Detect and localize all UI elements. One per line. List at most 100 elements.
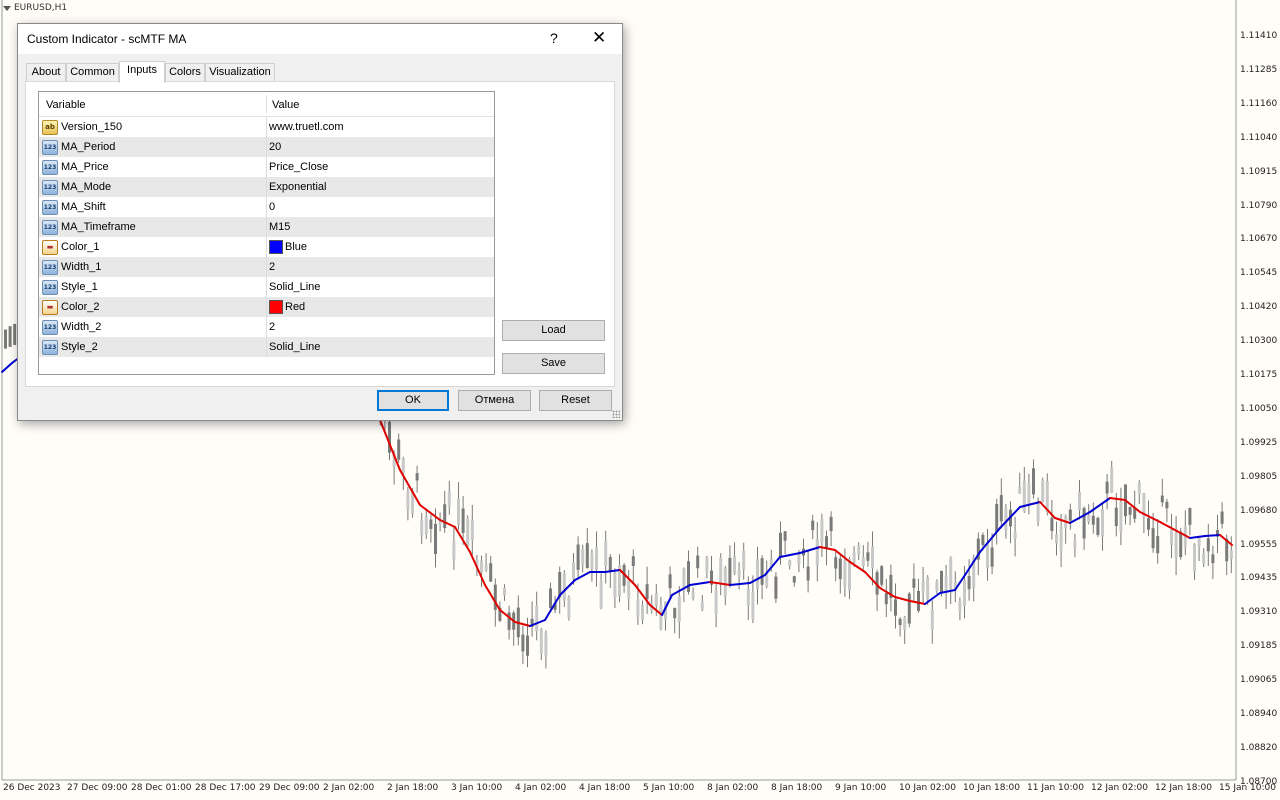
candle-body [700, 601, 704, 610]
grid-row[interactable]: 123 Width_1 2 [39, 257, 494, 277]
variable-value[interactable]: Red [285, 301, 305, 313]
reset-button[interactable]: Reset [539, 390, 612, 411]
candle-body [434, 523, 437, 554]
variable-value[interactable]: Exponential [269, 181, 327, 193]
grid-header: Variable Value [39, 92, 494, 117]
candle-body [507, 612, 511, 630]
candle-body [503, 587, 506, 596]
variable-value[interactable]: 20 [269, 141, 281, 153]
time-tick-label: 2 Jan 02:00 [323, 783, 375, 793]
chart-symbol-label[interactable]: EURUSD,H1 [3, 3, 67, 13]
candle-body [673, 607, 677, 619]
save-button[interactable]: Save [502, 353, 605, 374]
variable-value[interactable]: Solid_Line [269, 341, 320, 353]
cancel-button[interactable]: Отмена [458, 390, 531, 411]
ma-line-segment [1124, 499, 1141, 513]
candle-body [1160, 495, 1164, 503]
variable-value[interactable]: M15 [269, 221, 290, 233]
variable-name: Color_1 [61, 241, 100, 253]
grid-row[interactable]: ab Version_150 www.truetl.com [39, 117, 494, 137]
header-value[interactable]: Value [272, 99, 299, 111]
candle-body [1197, 537, 1201, 547]
time-tick-label: 2 Jan 18:00 [387, 783, 439, 793]
candle-body [1068, 509, 1072, 521]
grid-row[interactable]: 123 MA_Price Price_Close [39, 157, 494, 177]
time-tick-label: 12 Jan 02:00 [1091, 783, 1148, 793]
load-button[interactable]: Load [502, 320, 605, 341]
tab-about[interactable]: About [26, 63, 66, 82]
ma-line-segment [419, 504, 441, 521]
candle-body [470, 519, 474, 540]
tab-colors[interactable]: Colors [165, 63, 205, 82]
dialog-titlebar[interactable]: Custom Indicator - scMTF MA ? ✕ [18, 24, 622, 54]
tab-inputs[interactable]: Inputs [119, 61, 165, 83]
column-separator [266, 177, 267, 197]
candle-body [659, 605, 663, 629]
tab-common[interactable]: Common [66, 63, 119, 82]
candle-body [907, 593, 911, 624]
candle-body [811, 520, 815, 531]
ma-line-segment [1, 362, 13, 373]
variable-value[interactable]: Price_Close [269, 161, 328, 173]
variable-value[interactable]: Solid_Line [269, 281, 320, 293]
help-button[interactable]: ? [550, 30, 558, 46]
grid-row[interactable]: ▬ Color_1 Blue [39, 237, 494, 257]
ok-button[interactable]: OK [377, 390, 449, 411]
candle-body [1101, 509, 1104, 537]
column-separator [266, 317, 267, 337]
candle-body [645, 584, 649, 600]
header-separator [266, 95, 267, 113]
candle-body [535, 605, 539, 632]
column-separator [266, 257, 267, 277]
grid-row[interactable]: 123 Style_2 Solid_Line [39, 337, 494, 357]
candle-body [797, 554, 801, 564]
grid-row[interactable]: 123 MA_Period 20 [39, 137, 494, 157]
grid-row[interactable]: 123 MA_Timeframe M15 [39, 217, 494, 237]
resize-grip-icon[interactable] [612, 410, 620, 418]
variable-value[interactable]: 0 [269, 201, 275, 213]
candle-body [1188, 507, 1192, 525]
candle-body [940, 570, 943, 593]
variable-name: Width_1 [61, 261, 102, 273]
column-separator [266, 297, 267, 317]
candle-body [1027, 483, 1031, 506]
grid-rows: ab Version_150 www.truetl.com 123 MA_Period 2… [39, 117, 494, 357]
grid-row[interactable]: 123 MA_Mode Exponential [39, 177, 494, 197]
candle-body [1137, 482, 1141, 495]
variable-name: Color_2 [61, 301, 100, 313]
grid-row[interactable]: 123 MA_Shift 0 [39, 197, 494, 217]
time-tick-label: 26 Dec 2023 [3, 783, 61, 793]
tab-visualization[interactable]: Visualization [205, 63, 275, 82]
grid-row[interactable]: 123 Width_2 2 [39, 317, 494, 337]
variable-name: MA_Shift [61, 201, 106, 213]
price-tick-label: 1.09310 [1240, 607, 1278, 618]
candle-body [714, 590, 718, 614]
color-swatch[interactable] [269, 300, 283, 314]
candle-body [562, 573, 566, 601]
candle-body [641, 604, 644, 620]
candle-body [825, 536, 828, 549]
close-icon[interactable]: ✕ [592, 28, 606, 48]
candle-body [779, 532, 782, 558]
variable-value[interactable]: www.truetl.com [269, 121, 344, 133]
candle-body [567, 596, 571, 618]
candle-body [995, 504, 999, 532]
candle-body [526, 635, 529, 656]
candle-body [852, 552, 856, 563]
grid-row[interactable]: 123 Style_1 Solid_Line [39, 277, 494, 297]
grid-row[interactable]: ▬ Color_2 Red [39, 297, 494, 317]
candle-body [1082, 508, 1086, 539]
candle-body [1206, 538, 1210, 552]
candle-body [627, 579, 631, 600]
price-tick-label: 1.09555 [1240, 539, 1278, 550]
header-variable[interactable]: Variable [46, 99, 86, 111]
candle-body [728, 557, 732, 585]
column-separator [266, 337, 267, 357]
variable-value[interactable]: 2 [269, 321, 275, 333]
color-swatch[interactable] [269, 240, 283, 254]
candle-body [677, 596, 681, 622]
variable-value[interactable]: Blue [285, 241, 307, 253]
price-tick-label: 1.11410 [1240, 31, 1278, 41]
candle-body [599, 580, 603, 608]
variable-value[interactable]: 2 [269, 261, 275, 273]
